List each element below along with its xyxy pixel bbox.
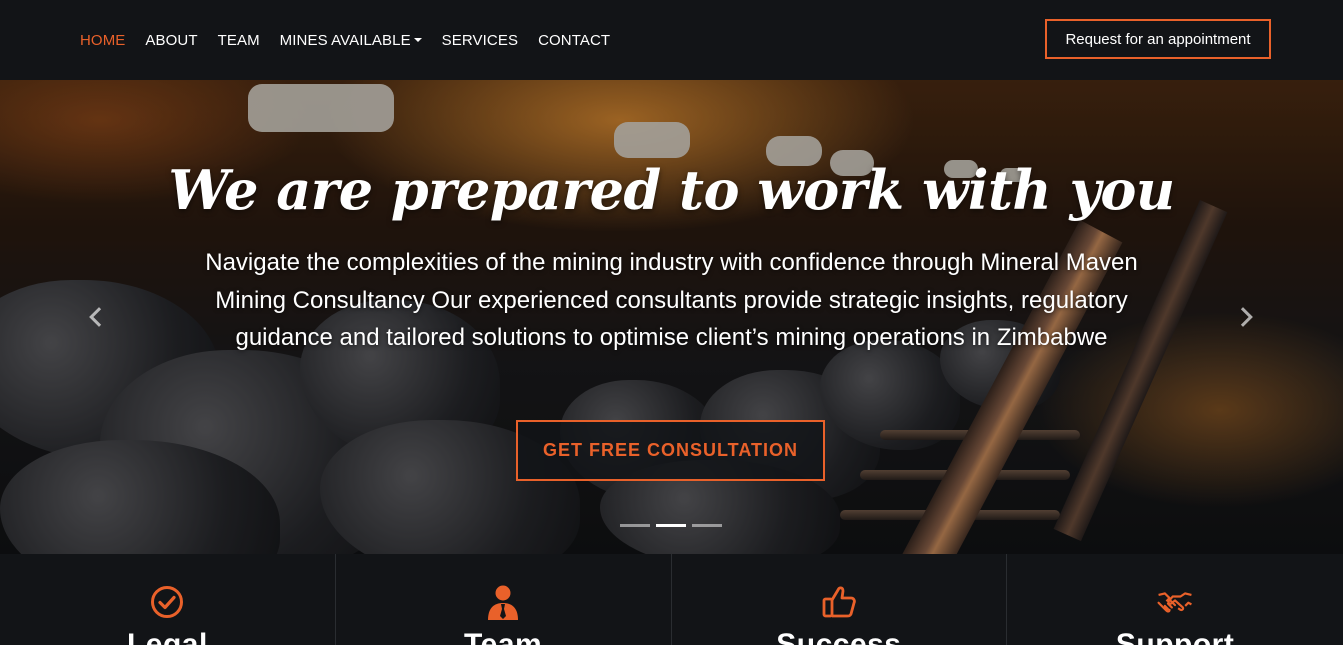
chevron-down-icon — [413, 37, 422, 42]
navbar: HOME ABOUT TEAM MINES AVAILABLE SERVICES… — [0, 0, 1343, 80]
nav-link-mines-label: MINES AVAILABLE — [279, 31, 411, 49]
feature-title: Team — [464, 628, 543, 645]
nav-link-home[interactable]: HOME — [80, 32, 125, 49]
nav-link-services[interactable]: SERVICES — [442, 32, 518, 49]
nav-link-team[interactable]: TEAM — [218, 32, 260, 49]
carousel-indicator-1[interactable] — [620, 524, 650, 527]
feature-title: Support — [1115, 628, 1235, 645]
nav-links: HOME ABOUT TEAM MINES AVAILABLE SERVICES… — [80, 0, 630, 80]
carousel-indicators — [620, 524, 728, 527]
feature-support: Support — [1007, 554, 1343, 645]
hero-title: We are prepared to work with you — [168, 158, 1175, 222]
feature-success: Success — [672, 554, 1008, 645]
features-bar: Legal Team Success Support — [0, 554, 1343, 645]
check-circle-icon — [149, 584, 185, 620]
handshake-icon — [1157, 584, 1193, 620]
feature-title: Success — [776, 628, 902, 645]
feature-team: Team — [336, 554, 672, 645]
carousel-indicator-2[interactable] — [656, 524, 686, 527]
carousel-indicator-3[interactable] — [692, 524, 722, 527]
request-appointment-button[interactable]: Request for an appointment — [1045, 19, 1271, 59]
hero-description: Navigate the complexities of the mining … — [205, 249, 1138, 351]
feature-legal: Legal — [0, 554, 336, 645]
feature-title: Legal — [126, 628, 208, 645]
hero-carousel: We are prepared to work with you Navigat… — [0, 80, 1343, 554]
get-free-consultation-button[interactable]: GET FREE CONSULTATION — [516, 420, 825, 481]
nav-link-mines-available[interactable]: MINES AVAILABLE — [280, 32, 422, 49]
thumbs-up-icon — [821, 584, 857, 620]
nav-link-contact[interactable]: CONTACT — [538, 32, 610, 49]
nav-link-about[interactable]: ABOUT — [145, 32, 197, 49]
user-tie-icon — [485, 584, 521, 620]
